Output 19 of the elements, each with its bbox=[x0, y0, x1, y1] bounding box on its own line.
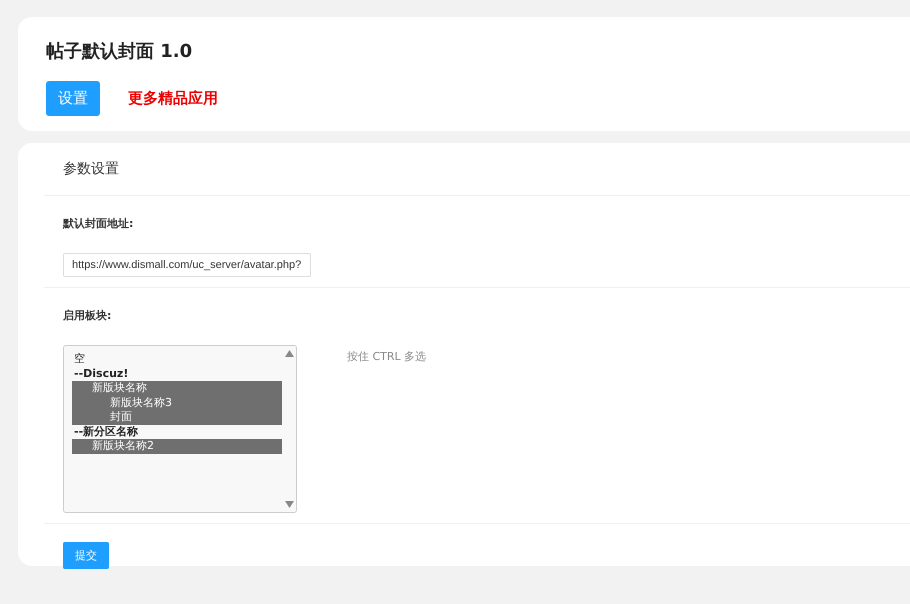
panel-title: 参数设置 bbox=[44, 143, 910, 196]
multi-select-list[interactable]: 空 --Discuz! 新版块名称 新版块名称3 封面 --新分区名称 新版块名称2 bbox=[63, 345, 297, 513]
list-option[interactable]: 新版块名称3 bbox=[72, 396, 282, 410]
list-option[interactable]: 空 bbox=[72, 352, 282, 366]
page-title: 帖子默认封面 1.0 bbox=[46, 40, 194, 63]
scroll-up-icon[interactable] bbox=[284, 350, 294, 357]
group-label: --Discuz! bbox=[73, 366, 130, 381]
settings-tab[interactable]: 设置 bbox=[46, 81, 100, 116]
hint-text: 按住 CTRL 多选 bbox=[347, 349, 426, 364]
list-option[interactable]: 新版块名称2 bbox=[72, 439, 282, 454]
submit-button[interactable]: 提交 bbox=[63, 542, 109, 569]
apps-link[interactable]: 更多精品应用 bbox=[128, 81, 218, 116]
field-label: 启用板块: bbox=[63, 308, 112, 324]
group-label: --新分区名称 bbox=[73, 424, 140, 439]
input-field[interactable]: https://www.dismall.com/uc_server/avatar.php? bbox=[63, 253, 311, 277]
scroll-down-icon[interactable] bbox=[284, 501, 294, 508]
list-option[interactable]: 新版块名称 bbox=[72, 381, 282, 396]
field-label: 默认封面地址: bbox=[63, 216, 134, 232]
list-option[interactable]: 封面 bbox=[72, 410, 282, 424]
